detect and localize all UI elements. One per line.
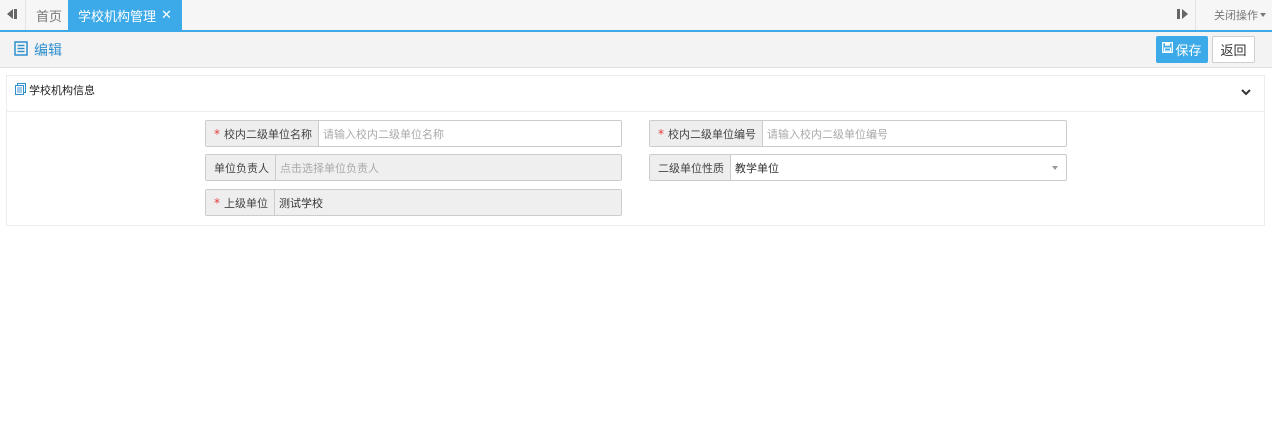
tab-school-org-management[interactable]: 学校机构管理 ✕ [68, 0, 182, 30]
parent-unit-label-text: 上级单位 [224, 196, 268, 210]
page-title-text: 编辑 [34, 43, 62, 59]
unit-leader-label: 单位负责人 [206, 155, 276, 180]
back-button[interactable]: 返回 [1212, 36, 1255, 63]
tab-bar: 首页 学校机构管理 ✕ 关闭操作 [0, 0, 1272, 32]
panel-title-text: 学校机构信息 [29, 84, 95, 97]
parent-unit-label: * 上级单位 [206, 190, 275, 215]
unit-name-label: * 校内二级单位名称 [206, 121, 319, 146]
unit-code-field: * 校内二级单位编号 请输入校内二级单位编号 [649, 120, 1067, 147]
tab-prev-button[interactable] [0, 0, 26, 30]
close-operations-dropdown[interactable]: 关闭操作 [1214, 0, 1266, 30]
unit-code-input[interactable]: 请输入校内二级单位编号 [763, 121, 1066, 146]
panel-title: 学校机构信息 [15, 76, 95, 104]
save-button-label: 保存 [1175, 44, 1202, 59]
save-icon [1162, 42, 1175, 57]
unit-leader-picker[interactable]: 点击选择单位负责人 [276, 155, 621, 180]
unit-name-input[interactable]: 请输入校内二级单位名称 [319, 121, 621, 146]
school-org-info-panel: 学校机构信息 * 校内二级单位名称 请输入校内二级单位名称 * 校内二级单位编号… [6, 75, 1265, 226]
tab-home[interactable]: 首页 [26, 0, 72, 30]
unit-nature-label: 二级单位性质 [650, 155, 731, 180]
unit-nature-label-text: 二级单位性质 [658, 161, 724, 175]
close-icon[interactable]: ✕ [161, 8, 172, 23]
unit-nature-select[interactable]: 教学单位 [731, 155, 1066, 180]
tab-home-label: 首页 [36, 9, 63, 25]
unit-leader-label-text: 单位负责人 [214, 161, 269, 175]
caret-down-icon [1260, 13, 1266, 17]
triangle-right-icon [1177, 8, 1188, 22]
unit-nature-field: 二级单位性质 教学单位 [649, 154, 1067, 181]
parent-unit-input[interactable]: 测试学校 [275, 190, 621, 215]
triangle-left-icon [7, 8, 18, 22]
chevron-down-icon[interactable] [1240, 86, 1252, 98]
page-title: 编辑 [14, 32, 62, 68]
save-button[interactable]: 保存 [1156, 36, 1208, 63]
unit-code-label-text: 校内二级单位编号 [668, 127, 756, 141]
tab-next-button[interactable] [1170, 0, 1196, 30]
unit-name-field: * 校内二级单位名称 请输入校内二级单位名称 [205, 120, 622, 147]
required-mark: * [658, 126, 664, 141]
document-icon [14, 40, 34, 60]
required-mark: * [214, 126, 220, 141]
parent-unit-field: * 上级单位 测试学校 [205, 189, 622, 216]
back-button-label: 返回 [1220, 44, 1247, 59]
tab-active-label: 学校机构管理 [78, 9, 157, 25]
panel-header: 学校机构信息 [7, 76, 1264, 112]
close-operations-label: 关闭操作 [1214, 9, 1258, 22]
required-mark: * [214, 195, 220, 210]
document-list-icon [15, 82, 29, 98]
dropdown-caret-icon [1052, 166, 1058, 170]
unit-leader-field: 单位负责人 点击选择单位负责人 [205, 154, 622, 181]
unit-code-label: * 校内二级单位编号 [650, 121, 763, 146]
edit-header: 编辑 保存 返回 [0, 32, 1272, 68]
unit-name-label-text: 校内二级单位名称 [224, 127, 312, 141]
